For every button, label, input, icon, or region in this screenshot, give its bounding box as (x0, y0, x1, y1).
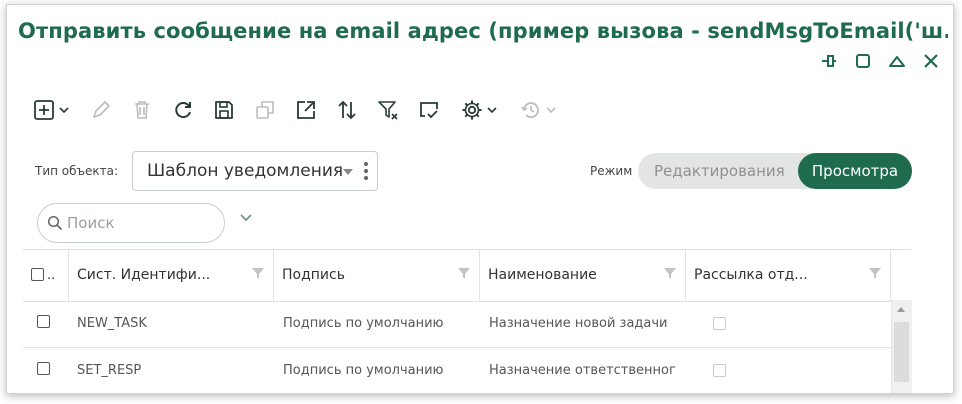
object-type-value: Шаблон уведомления (147, 161, 344, 181)
column-header-name[interactable]: Наименование (480, 250, 686, 301)
copy-icon (256, 101, 274, 119)
sort-button[interactable] (334, 96, 360, 124)
mode-label: Режим (590, 164, 633, 178)
cell-mailing-checkbox[interactable] (713, 364, 726, 377)
export-button[interactable] (416, 96, 442, 124)
maximize-icon[interactable] (853, 51, 873, 71)
cell-signature: Подпись по умолчанию (283, 363, 444, 378)
collapse-icon[interactable] (887, 51, 907, 71)
scroll-up-icon[interactable] (897, 307, 905, 312)
filter-icon[interactable] (663, 266, 677, 280)
toolbar (29, 93, 575, 127)
column-header-mailing[interactable]: Рассылка отд... (686, 250, 891, 301)
settings-button[interactable] (457, 96, 501, 124)
chevron-down-icon[interactable] (239, 213, 253, 223)
copy-button[interactable] (252, 96, 278, 124)
history-button[interactable] (516, 96, 560, 124)
mode-edit-option[interactable]: Редактирования (654, 162, 785, 180)
caret-down-icon (343, 169, 353, 175)
object-type-label: Тип объекта: (35, 164, 119, 178)
delete-button[interactable] (129, 96, 155, 124)
column-header-label: Сист. Идентифи... (77, 267, 211, 283)
cell-id: SET_RESP (77, 363, 142, 378)
column-header-label: Наименование (488, 267, 597, 283)
row-checkbox[interactable] (37, 362, 50, 375)
object-type-select[interactable]: Шаблон уведомления (132, 151, 378, 191)
column-header-id[interactable]: Сист. Идентифи... (69, 250, 274, 301)
settings-icon (462, 100, 481, 120)
vertical-scrollbar[interactable] (891, 300, 912, 393)
cell-id: NEW_TASK (77, 316, 147, 331)
close-icon[interactable] (921, 51, 941, 71)
dialog-title: Отправить сообщение на email адрес (прим… (18, 19, 948, 43)
add-icon (33, 100, 54, 120)
filter-icon[interactable] (251, 266, 265, 280)
select-all-checkbox[interactable] (31, 268, 44, 281)
scrollbar-thumb[interactable] (894, 322, 909, 382)
history-icon (520, 102, 539, 118)
filter-row: Тип объекта: Шаблон уведомления Режим Ре… (35, 151, 913, 191)
row-checkbox[interactable] (37, 315, 50, 328)
cell-name: Назначение новой задачи (489, 316, 668, 331)
filter-icon[interactable] (868, 266, 882, 280)
mode-view-option[interactable]: Просмотра (798, 153, 912, 189)
cell-name: Назначение ответственног (489, 363, 676, 378)
table-row[interactable]: SET_RESP Подпись по умолчанию Назначение… (23, 347, 891, 393)
chevron-down-icon (58, 107, 69, 114)
table-row[interactable]: NEW_TASK Подпись по умолчанию Назначение… (23, 300, 891, 348)
select-all-cell: .. (23, 250, 69, 301)
more-vertical-icon[interactable] (364, 162, 368, 183)
export-icon (420, 102, 438, 119)
delete-icon (135, 101, 149, 119)
column-header-label: Подпись (282, 267, 345, 283)
clear-filter-button[interactable] (375, 96, 401, 124)
dialog-window: Отправить сообщение на email адрес (прим… (6, 4, 954, 394)
chevron-down-icon (545, 107, 556, 114)
window-controls (819, 51, 941, 71)
search-box (37, 203, 225, 243)
edit-button[interactable] (88, 96, 114, 124)
filter-icon[interactable] (457, 266, 471, 280)
refresh-button[interactable] (170, 96, 196, 124)
open-external-button[interactable] (293, 96, 319, 124)
search-input[interactable] (65, 213, 209, 233)
table-header: .. Сист. Идентифи... Подпись Наименовани… (23, 249, 911, 302)
add-button[interactable] (29, 96, 73, 124)
mode-toggle[interactable]: Редактирования Просмотра (638, 153, 912, 189)
cell-signature: Подпись по умолчанию (283, 316, 444, 331)
column-header-signature[interactable]: Подпись (274, 250, 480, 301)
edit-icon (93, 101, 110, 118)
clear-filter-icon (378, 101, 398, 120)
column-header-label: Рассылка отд... (694, 267, 808, 283)
save-icon (215, 101, 233, 119)
pin-icon[interactable] (819, 51, 839, 71)
refresh-icon (175, 102, 191, 119)
chevron-down-icon (486, 107, 497, 114)
cell-mailing-checkbox[interactable] (713, 317, 726, 330)
sort-icon (338, 100, 356, 120)
save-button[interactable] (211, 96, 237, 124)
open-external-icon (297, 101, 315, 119)
search-icon (47, 215, 63, 231)
